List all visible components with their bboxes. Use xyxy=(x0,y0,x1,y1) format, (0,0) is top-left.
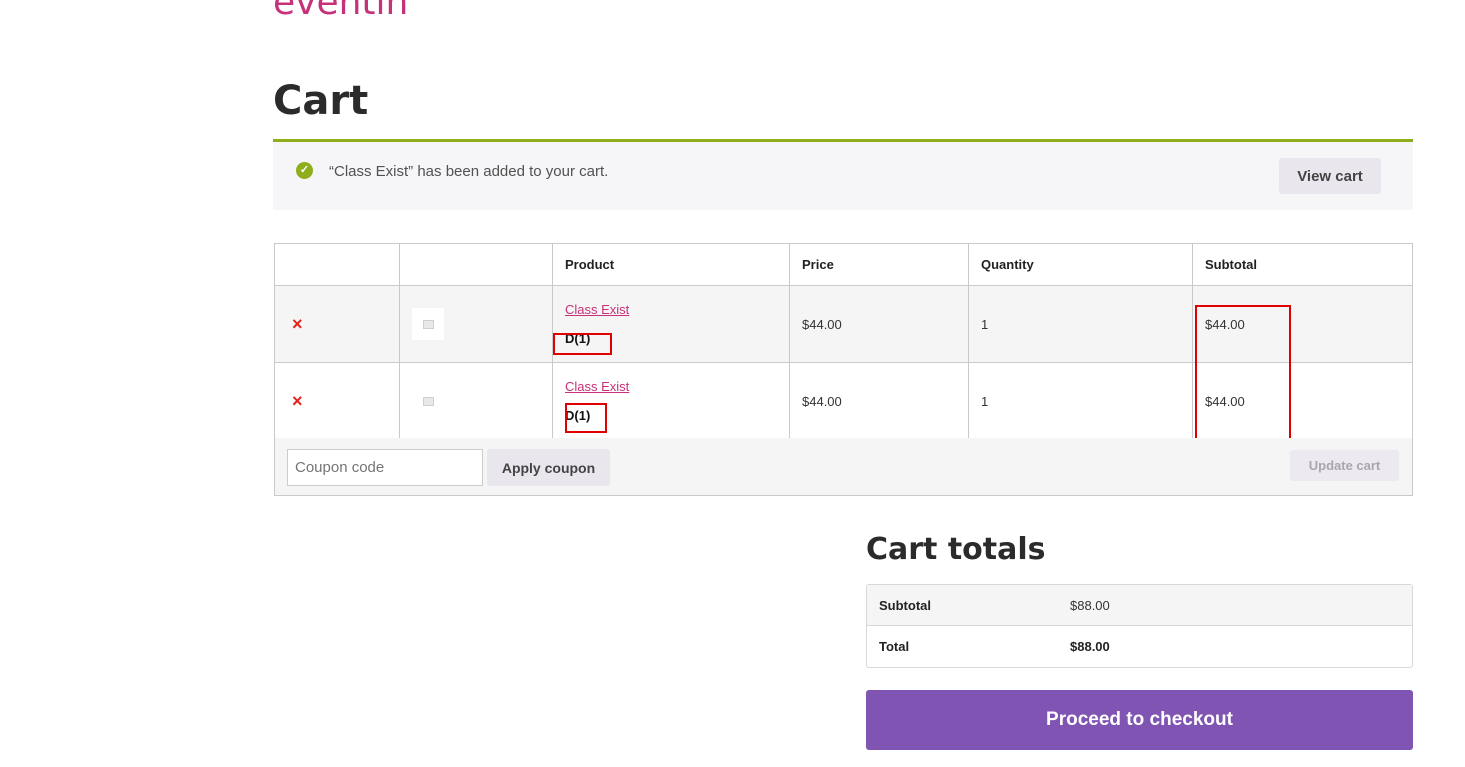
header-remove xyxy=(274,243,400,286)
header-price: Price xyxy=(789,243,969,286)
coupon-code-input[interactable] xyxy=(287,449,483,486)
header-product: Product xyxy=(552,243,790,286)
image-placeholder-icon xyxy=(422,396,434,406)
remove-cell: × xyxy=(274,362,400,440)
highlight-box-meta-1 xyxy=(553,333,612,355)
totals-subtotal-label: Subtotal xyxy=(867,585,1058,626)
header-thumbnail xyxy=(399,243,553,286)
view-cart-button[interactable]: View cart xyxy=(1279,158,1381,194)
price-cell: $44.00 xyxy=(789,285,969,363)
proceed-to-checkout-button[interactable]: Proceed to checkout xyxy=(866,690,1413,750)
cart-actions: Apply coupon Update cart xyxy=(274,438,1413,496)
page-title: Cart xyxy=(273,78,369,124)
header-quantity: Quantity xyxy=(968,243,1193,286)
totals-subtotal-row: Subtotal $88.00 xyxy=(867,585,1412,626)
cart-header-row: Product Price Quantity Subtotal xyxy=(274,243,1413,286)
remove-item-icon[interactable]: × xyxy=(292,314,303,334)
success-notice: ✓ “Class Exist” has been added to your c… xyxy=(273,139,1413,210)
quantity-cell[interactable]: 1 xyxy=(968,285,1193,363)
totals-total-row: Total $88.00 xyxy=(867,626,1412,667)
highlight-box-meta-2 xyxy=(565,403,607,433)
product-link[interactable]: Class Exist xyxy=(565,379,777,394)
header-subtotal: Subtotal xyxy=(1192,243,1413,286)
cart-totals-title: Cart totals xyxy=(866,532,1046,567)
thumbnail-cell xyxy=(399,362,553,440)
update-cart-button[interactable]: Update cart xyxy=(1290,450,1399,481)
product-thumbnail[interactable] xyxy=(412,308,444,340)
highlight-box-subtotals xyxy=(1195,305,1291,445)
cart-totals-table: Subtotal $88.00 Total $88.00 xyxy=(866,584,1413,668)
quantity-cell[interactable]: 1 xyxy=(968,362,1193,440)
apply-coupon-button[interactable]: Apply coupon xyxy=(487,449,610,486)
price-cell: $44.00 xyxy=(789,362,969,440)
site-title[interactable]: eventin xyxy=(273,0,408,23)
image-placeholder-icon xyxy=(422,319,434,329)
product-thumbnail[interactable] xyxy=(412,385,444,417)
notice-message: “Class Exist” has been added to your car… xyxy=(329,163,609,180)
check-circle-icon: ✓ xyxy=(296,162,313,179)
totals-total-value: $88.00 xyxy=(1070,639,1110,654)
remove-cell: × xyxy=(274,285,400,363)
totals-subtotal-value: $88.00 xyxy=(1058,585,1412,626)
thumbnail-cell xyxy=(399,285,553,363)
product-link[interactable]: Class Exist xyxy=(565,302,777,317)
totals-total-label: Total xyxy=(879,639,910,654)
remove-item-icon[interactable]: × xyxy=(292,391,303,411)
